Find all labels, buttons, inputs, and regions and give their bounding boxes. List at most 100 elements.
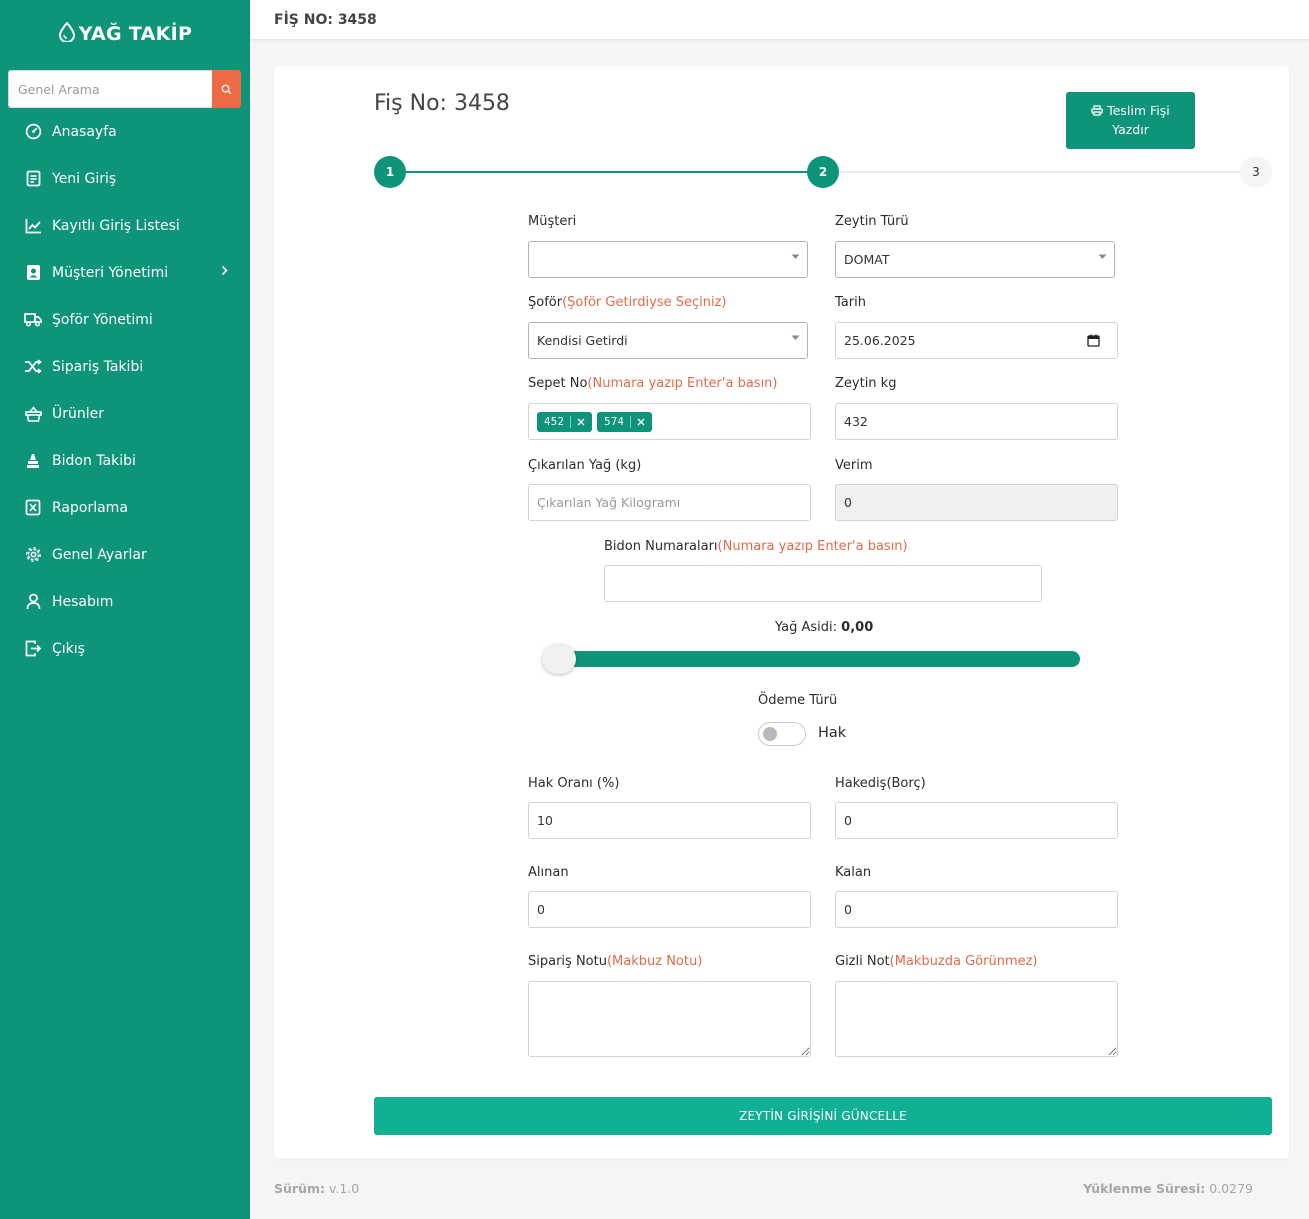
- sidebar-item-label: Çıkış: [52, 640, 85, 657]
- sofor-hint: (Şoför Getirdiyse Seçiniz): [562, 295, 727, 310]
- sidebar-item-hesabim[interactable]: Hesabım: [0, 578, 250, 625]
- odeme-turu-label: Ödeme Türü: [758, 693, 838, 708]
- footer-version: Sürüm: v.1.0: [274, 1181, 359, 1196]
- siparis-notu-label-text: Sipariş Notu: [528, 954, 607, 969]
- hak-orani-label: Hak Oranı (%): [528, 776, 620, 791]
- yag-asidi-label-text: Yağ Asidi:: [775, 620, 838, 635]
- hak-orani-input[interactable]: [528, 802, 811, 839]
- sepet-tag: 452: [537, 411, 593, 432]
- zeytin-kg-label: Zeytin kg: [835, 376, 897, 391]
- global-search-input[interactable]: [8, 70, 212, 108]
- sidebar-item-cikis[interactable]: Çıkış: [0, 625, 250, 672]
- sepet-no-tag-input[interactable]: 452 574: [528, 403, 811, 440]
- bidon-numaralari-input[interactable]: [604, 565, 1042, 602]
- caret-down-icon: [1098, 254, 1107, 259]
- sepet-no-label: Sepet No(Numara yazıp Enter'a basın): [528, 376, 778, 391]
- contact-icon: [24, 264, 42, 282]
- printer-icon: [1091, 105, 1103, 116]
- remove-tag-icon[interactable]: [577, 418, 585, 426]
- kalan-input[interactable]: [835, 891, 1118, 928]
- remove-tag-icon[interactable]: [637, 418, 645, 426]
- alinan-label: Alınan: [528, 865, 569, 880]
- sidebar-item-yeni-giris[interactable]: Yeni Giriş: [0, 155, 250, 202]
- yag-asidi-value: 0,00: [841, 620, 874, 635]
- sepet-tag: 574: [597, 411, 653, 432]
- zeytin-kg-input[interactable]: [835, 403, 1118, 440]
- footer-version-value: v.1.0: [328, 1181, 360, 1196]
- sepet-no-label-text: Sepet No: [528, 376, 588, 391]
- yag-asidi-slider-thumb[interactable]: [542, 644, 576, 674]
- siparis-notu-hint: (Makbuz Notu): [606, 954, 703, 969]
- step-1[interactable]: 1: [374, 156, 406, 188]
- hakedis-input[interactable]: [835, 802, 1118, 839]
- sidebar-item-bidon-takibi[interactable]: Bidon Takibi: [0, 437, 250, 484]
- step-3[interactable]: 3: [1240, 156, 1272, 188]
- chevron-right-icon: [221, 265, 228, 276]
- sidebar-item-label: Hesabım: [52, 593, 114, 610]
- zeytin-turu-select[interactable]: DOMAT: [835, 241, 1115, 278]
- siparis-notu-textarea[interactable]: [528, 981, 811, 1057]
- logout-icon: [24, 640, 42, 658]
- excel-icon: [24, 499, 42, 517]
- logo-text: YAĞ TAKİP: [78, 23, 193, 45]
- footer-load-value: 0.0279: [1209, 1181, 1253, 1196]
- sidebar-item-genel-ayarlar[interactable]: Genel Ayarlar: [0, 531, 250, 578]
- musteri-label: Müşteri: [528, 214, 577, 229]
- sidebar-item-label: Anasayfa: [52, 123, 117, 140]
- oil-drop-icon: [58, 22, 75, 42]
- sidebar-item-raporlama[interactable]: Raporlama: [0, 484, 250, 531]
- verim-label: Verim: [835, 458, 873, 473]
- sidebar-item-label: Kayıtlı Giriş Listesi: [52, 217, 180, 234]
- sidebar-item-anasayfa[interactable]: Anasayfa: [0, 108, 250, 155]
- gizli-not-textarea[interactable]: [835, 981, 1118, 1057]
- sepet-no-hint: (Numara yazıp Enter'a basın): [587, 376, 778, 391]
- musteri-select[interactable]: [528, 241, 808, 278]
- sidebar-item-sofor-yonetimi[interactable]: Şoför Yönetimi: [0, 296, 250, 343]
- yag-asidi-slider-track[interactable]: [544, 651, 1080, 667]
- sidebar-item-kayitli-giris-listesi[interactable]: Kayıtlı Giriş Listesi: [0, 202, 250, 249]
- zeytin-turu-label: Zeytin Türü: [835, 214, 909, 229]
- step-number: 2: [818, 165, 828, 179]
- sepet-tag-value: 574: [604, 415, 625, 428]
- print-button-line1: Teslim Fişi: [1107, 103, 1170, 118]
- gizli-not-label-text: Gizli Not: [835, 954, 890, 969]
- print-receipt-button[interactable]: Teslim Fişi Yazdır: [1066, 92, 1195, 149]
- yag-asidi-label: Yağ Asidi: 0,00: [775, 620, 873, 635]
- sidebar-item-label: Yeni Giriş: [52, 170, 117, 187]
- verim-input: [835, 484, 1118, 521]
- bidon-label-text: Bidon Numaraları: [604, 539, 718, 554]
- sidebar-item-label: Şoför Yönetimi: [52, 311, 153, 328]
- sidebar-item-label: Genel Ayarlar: [52, 546, 147, 563]
- alinan-input[interactable]: [528, 891, 811, 928]
- stack-icon: [24, 452, 42, 470]
- sidebar-item-urunler[interactable]: Ürünler: [0, 390, 250, 437]
- tarih-value: 25.06.2025: [844, 333, 916, 348]
- sepet-tag-value: 452: [544, 415, 565, 428]
- user-icon: [24, 593, 42, 611]
- search-button[interactable]: [212, 70, 241, 108]
- sidebar-item-label: Raporlama: [52, 499, 128, 516]
- tarih-date-input[interactable]: 25.06.2025: [835, 322, 1118, 359]
- step-number: 1: [385, 165, 395, 179]
- bidon-label: Bidon Numaraları(Numara yazıp Enter'a ba…: [604, 539, 908, 554]
- app-logo[interactable]: YAĞ TAKİP: [0, 22, 250, 45]
- print-button-line2: Yazdır: [1112, 122, 1149, 137]
- gizli-not-hint: (Makbuzda Görünmez): [889, 954, 1038, 969]
- sidebar-item-siparis-takibi[interactable]: Sipariş Takibi: [0, 343, 250, 390]
- update-entry-button[interactable]: ZEYTİN GİRİŞİNİ GÜNCELLE: [374, 1097, 1272, 1135]
- page-title: FİŞ NO: 3458: [274, 12, 377, 28]
- stepper-line-complete: [406, 171, 808, 173]
- hakedis-label: Hakediş(Borç): [835, 776, 926, 791]
- step-2[interactable]: 2: [807, 156, 839, 188]
- footer-load-time: Yüklenme Süresi: 0.0279: [1083, 1181, 1253, 1196]
- cikarilan-yag-input[interactable]: [528, 484, 811, 521]
- calendar-icon[interactable]: [1087, 334, 1100, 347]
- gear-icon: [24, 546, 42, 564]
- sofor-select[interactable]: Kendisi Getirdi: [528, 322, 808, 359]
- footer-version-label: Sürüm:: [274, 1181, 325, 1196]
- document-icon: [24, 170, 42, 188]
- global-search: [8, 70, 241, 108]
- odeme-turu-toggle[interactable]: [758, 722, 806, 746]
- sidebar-item-musteri-yonetimi[interactable]: Müşteri Yönetimi: [0, 249, 250, 296]
- cikarilan-yag-label: Çıkarılan Yağ (kg): [528, 458, 642, 473]
